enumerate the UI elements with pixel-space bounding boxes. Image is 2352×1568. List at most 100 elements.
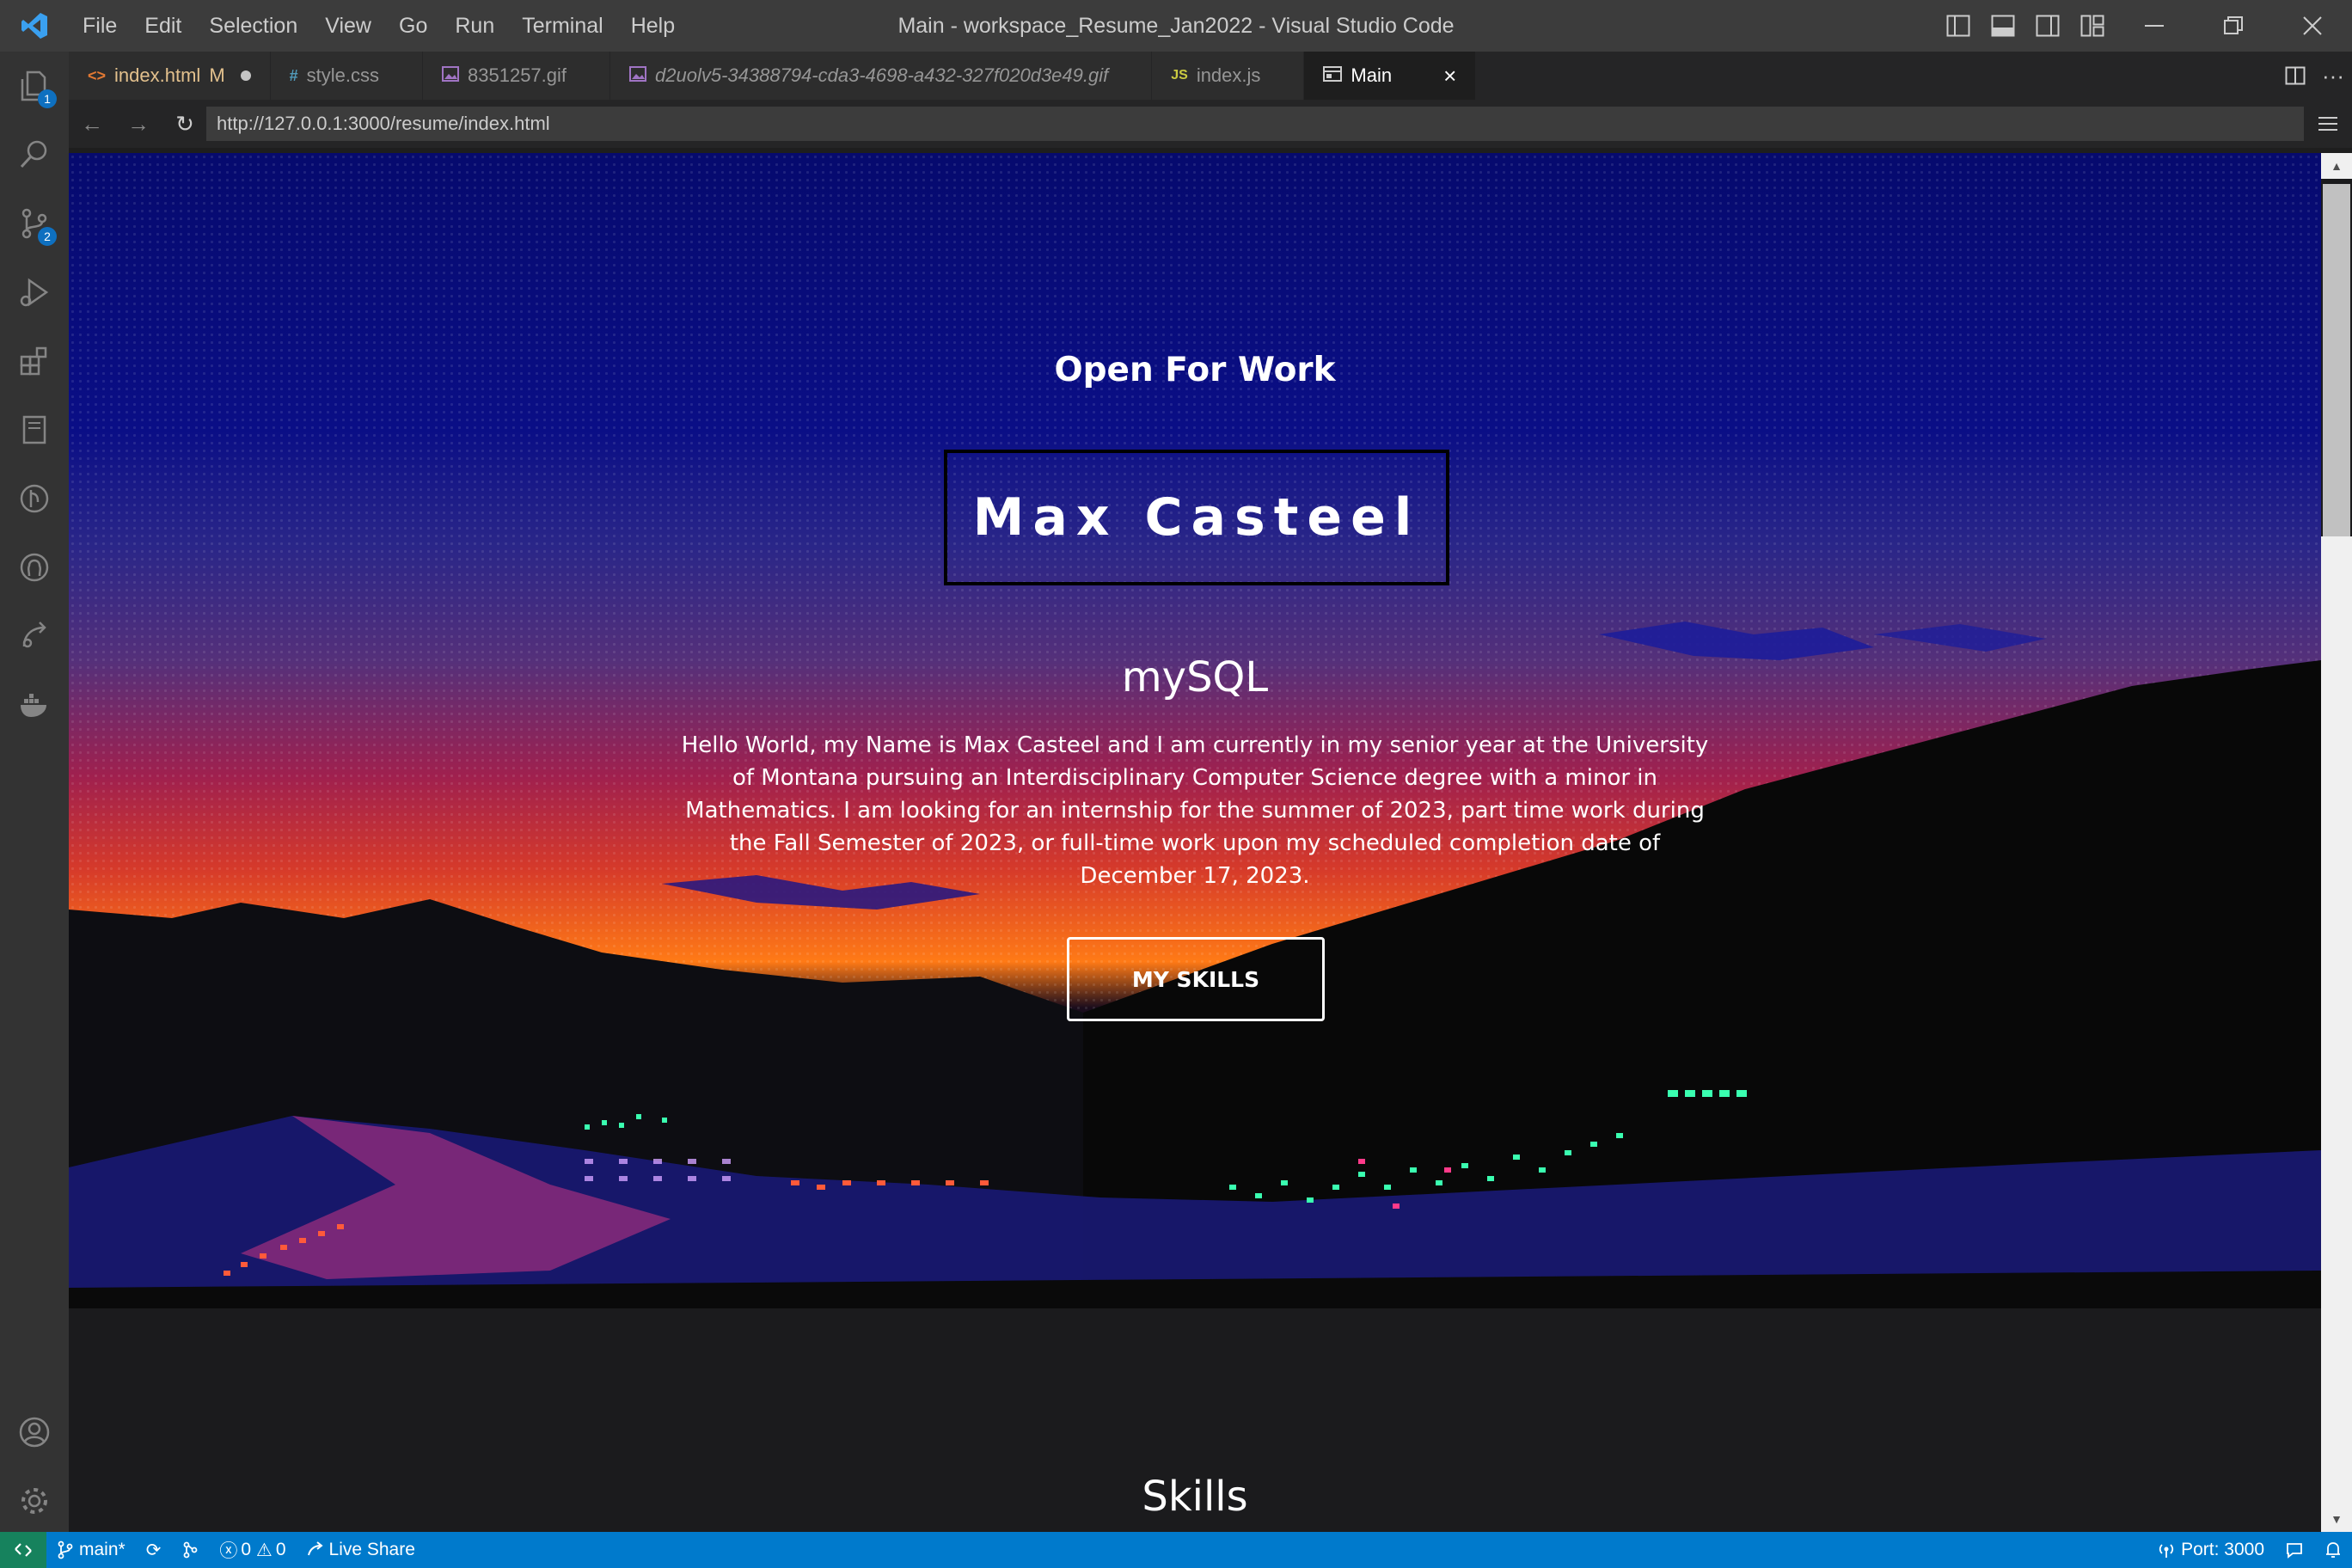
scroll-up-arrow-icon[interactable]: ▲: [2321, 153, 2352, 179]
accounts-icon[interactable]: [0, 1398, 69, 1467]
tab-label: index.html: [114, 64, 201, 86]
web-preview: Open For Work Max Casteel mySQL Hello Wo…: [69, 153, 2321, 1532]
vscode-logo-icon: [0, 0, 69, 52]
tab-main-preview[interactable]: Main ×: [1304, 52, 1477, 100]
reload-icon[interactable]: ↻: [162, 100, 208, 148]
title-controls: [1936, 0, 2352, 52]
hero-content: Open For Work Max Casteel mySQL Hello Wo…: [69, 153, 2321, 1308]
tab-index-js[interactable]: JS index.js: [1152, 52, 1305, 100]
scrollbar-track[interactable]: [2321, 536, 2352, 1506]
problems-status[interactable]: ⓧ 0 ⚠ 0: [209, 1532, 296, 1568]
explorer-badge: 1: [38, 89, 57, 108]
toggle-secondary-sidebar-icon[interactable]: [2025, 0, 2070, 52]
warning-count: 0: [275, 1540, 286, 1559]
rotating-skill-text: mySQL: [1121, 653, 1269, 701]
notebook-icon[interactable]: [0, 395, 69, 464]
warning-icon: ⚠: [256, 1540, 273, 1560]
explorer-icon[interactable]: 1: [0, 52, 69, 120]
menu-bar: File Edit Selection View Go Run Terminal…: [69, 0, 689, 52]
scrollbar-thumb[interactable]: [2323, 184, 2350, 536]
unsaved-dot-icon[interactable]: [240, 70, 251, 81]
title-bar: File Edit Selection View Go Run Terminal…: [0, 0, 2352, 52]
editor-tab-bar: <> index.html M # style.css 8351257.gif …: [69, 52, 2352, 100]
customize-layout-icon[interactable]: [2070, 0, 2115, 52]
port-label: Port: 3000: [2181, 1540, 2264, 1559]
search-icon[interactable]: [0, 120, 69, 189]
notifications-bell-icon[interactable]: [2314, 1532, 2352, 1568]
close-tab-icon[interactable]: ×: [1443, 63, 1456, 89]
error-icon: ⓧ: [219, 1541, 238, 1561]
branch-name: main*: [79, 1540, 126, 1559]
tab-label: Main: [1351, 64, 1393, 86]
my-skills-button[interactable]: MY SKILLS: [1067, 937, 1325, 1021]
error-count: 0: [241, 1540, 251, 1559]
status-bar-right: Port: 3000: [2147, 1532, 2352, 1568]
docker-icon[interactable]: [0, 671, 69, 739]
tab-label: d2uolv5-34388794-cda3-4698-a432-327f020d…: [655, 64, 1109, 86]
tab-index-html[interactable]: <> index.html M: [69, 52, 271, 100]
settings-gear-icon[interactable]: [0, 1467, 69, 1535]
tab-label: index.js: [1196, 64, 1261, 86]
js-icon: JS: [1171, 68, 1188, 83]
port-status[interactable]: Port: 3000: [2147, 1532, 2275, 1568]
tab-gif-8351257[interactable]: 8351257.gif: [423, 52, 611, 100]
broadcast-icon: [2159, 1544, 2174, 1558]
close-window-icon[interactable]: [2273, 0, 2352, 52]
browser-menu-icon[interactable]: [2309, 100, 2347, 148]
tab-style-css[interactable]: # style.css: [270, 52, 424, 100]
branch-status[interactable]: main*: [46, 1532, 136, 1568]
remote-indicator-icon[interactable]: [0, 1532, 46, 1568]
git-graph-icon[interactable]: [0, 464, 69, 533]
modified-marker: M: [209, 64, 225, 86]
css-icon: #: [289, 66, 298, 84]
browser-navigation: ← → ↻ http://127.0.0.1:3000/resume/index…: [69, 100, 2352, 148]
tab-label: 8351257.gif: [468, 64, 567, 86]
menu-file[interactable]: File: [69, 0, 131, 52]
menu-run[interactable]: Run: [441, 0, 508, 52]
open-for-work-heading: Open For Work: [1054, 351, 1336, 389]
url-input[interactable]: http://127.0.0.1:3000/resume/index.html: [206, 107, 2304, 141]
status-bar: main* ⟳ ⓧ 0 ⚠ 0 Live Share Port: 3000: [0, 1532, 2352, 1568]
restore-icon[interactable]: [2194, 0, 2273, 52]
git-graph-status-icon[interactable]: [171, 1532, 209, 1568]
page-scrollbar[interactable]: ▲ ▼: [2321, 153, 2352, 1532]
html-icon: <>: [88, 66, 107, 84]
source-control-icon[interactable]: 2: [0, 189, 69, 258]
menu-view[interactable]: View: [311, 0, 385, 52]
feedback-icon[interactable]: [2275, 1532, 2314, 1568]
menu-selection[interactable]: Selection: [195, 0, 311, 52]
toggle-panel-icon[interactable]: [1981, 0, 2025, 52]
image-icon: [442, 65, 460, 86]
scroll-down-arrow-icon[interactable]: ▼: [2321, 1506, 2352, 1532]
branch-icon: [58, 1540, 73, 1559]
split-editor-icon[interactable]: [2276, 52, 2314, 100]
intro-paragraph: Hello World, my Name is Max Casteel and …: [681, 732, 1709, 889]
menu-go[interactable]: Go: [385, 0, 441, 52]
menu-help[interactable]: Help: [617, 0, 689, 52]
remote-explorer-icon[interactable]: [0, 602, 69, 671]
back-arrow-icon[interactable]: ←: [69, 100, 115, 148]
live-share-status[interactable]: Live Share: [297, 1532, 426, 1568]
preview-icon: [1323, 65, 1343, 86]
toggle-primary-sidebar-icon[interactable]: [1936, 0, 1981, 52]
menu-edit[interactable]: Edit: [131, 0, 195, 52]
extensions-icon[interactable]: [0, 327, 69, 395]
live-share-icon: [307, 1541, 323, 1556]
hero-section: Open For Work Max Casteel mySQL Hello Wo…: [69, 153, 2321, 1308]
activity-bar: 1 2: [0, 52, 69, 1532]
run-debug-icon[interactable]: [0, 258, 69, 327]
image-icon: [629, 65, 647, 86]
sync-icon[interactable]: ⟳: [136, 1532, 172, 1568]
skills-section-heading: Skills: [1142, 1473, 1248, 1521]
tab-gif-d2uolv5[interactable]: d2uolv5-34388794-cda3-4698-a432-327f020d…: [610, 52, 1153, 100]
source-control-badge: 2: [38, 227, 57, 246]
more-actions-icon[interactable]: ···: [2314, 52, 2352, 100]
live-share-label: Live Share: [328, 1540, 415, 1559]
github-icon[interactable]: [0, 533, 69, 602]
forward-arrow-icon[interactable]: →: [115, 100, 162, 148]
minimize-icon[interactable]: [2115, 0, 2194, 52]
editor-actions: ···: [2276, 52, 2352, 100]
name-title: Max Casteel: [972, 487, 1421, 548]
menu-terminal[interactable]: Terminal: [508, 0, 616, 52]
tab-label: style.css: [306, 64, 380, 86]
